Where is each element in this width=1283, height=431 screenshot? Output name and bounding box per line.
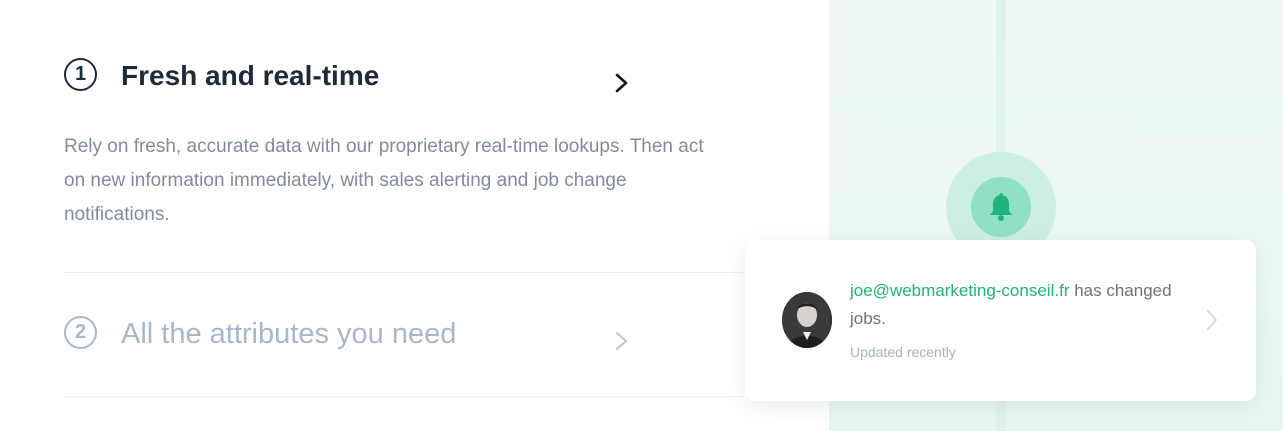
- feature-title[interactable]: Fresh and real-time: [121, 60, 379, 92]
- bell-icon: [990, 193, 1012, 221]
- divider: [64, 272, 744, 273]
- person-avatar-icon: [782, 292, 832, 348]
- divider: [64, 396, 744, 397]
- chevron-right-icon[interactable]: [1205, 309, 1219, 331]
- chevron-right-icon[interactable]: [614, 73, 630, 93]
- feature-number-badge: 1: [64, 58, 97, 91]
- feature-description: Rely on fresh, accurate data with our pr…: [64, 136, 704, 225]
- notification-status: Updated recently: [850, 344, 956, 360]
- feature-title[interactable]: All the attributes you need: [121, 318, 456, 351]
- bell-badge: [971, 177, 1031, 237]
- notification-card[interactable]: joe@webmarketing-conseil.fr has changed …: [745, 240, 1256, 401]
- notification-email[interactable]: joe@webmarketing-conseil.fr: [850, 281, 1069, 300]
- feature-number-badge: 2: [64, 316, 97, 349]
- chevron-right-icon[interactable]: [614, 331, 630, 351]
- features-panel: 1 Fresh and real-time Rely on fresh, acc…: [0, 0, 829, 431]
- avatar: [782, 292, 832, 348]
- notification-message: joe@webmarketing-conseil.fr has changed …: [850, 277, 1190, 333]
